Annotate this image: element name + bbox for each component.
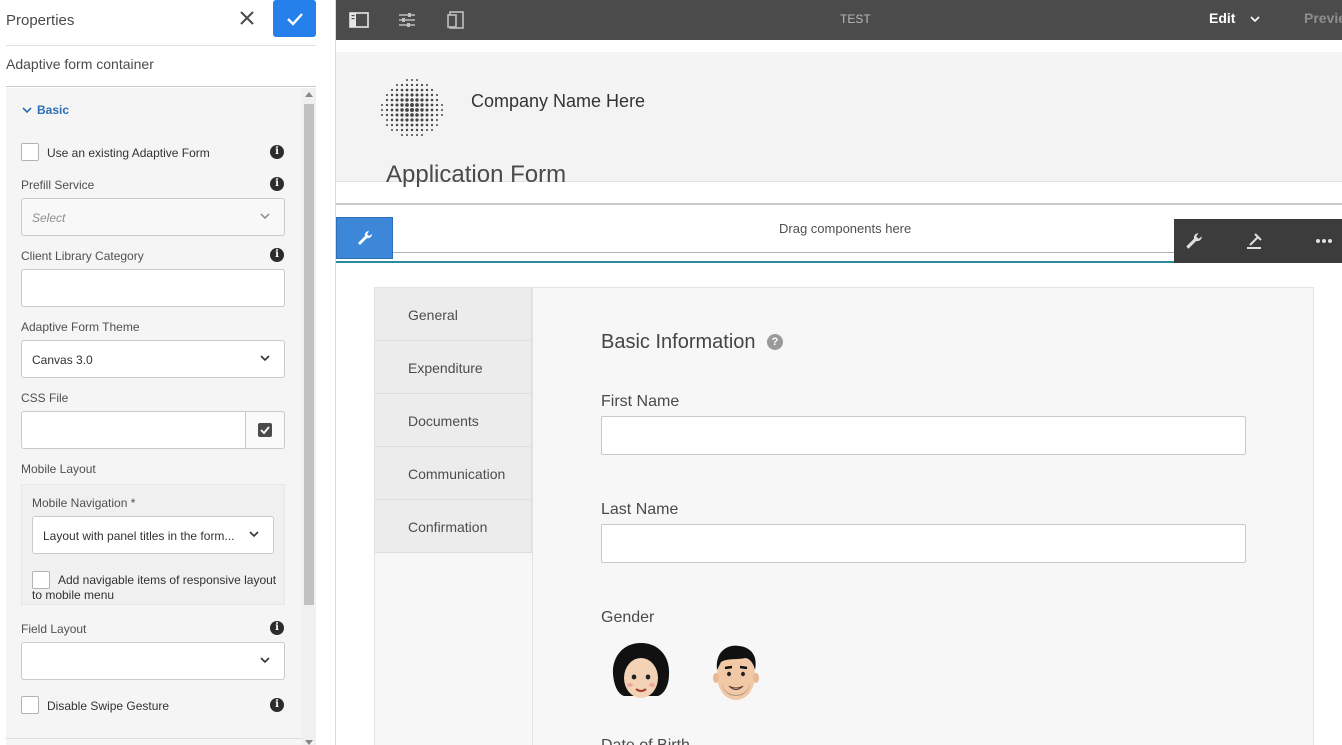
section-title: Basic Information — [601, 331, 756, 353]
tab-documents[interactable]: Documents — [375, 394, 532, 447]
configure-tab[interactable] — [336, 217, 393, 259]
tab-label: Confirmation — [408, 519, 488, 535]
component-type-label: Adaptive form container — [6, 56, 154, 72]
dob-label: Date of Birth — [601, 737, 690, 745]
tab-confirmation[interactable]: Confirmation — [375, 500, 532, 553]
page-title: TEST — [840, 12, 871, 26]
section-basic-toggle[interactable]: Basic — [22, 103, 69, 117]
tab-label: Communication — [408, 466, 506, 482]
properties-icon[interactable] — [396, 9, 418, 31]
emulator-icon[interactable] — [445, 9, 467, 31]
info-icon[interactable]: i — [270, 145, 284, 159]
tab-label: General — [408, 307, 458, 323]
component-toolbar — [1174, 219, 1342, 263]
female-avatar-icon[interactable] — [610, 640, 672, 706]
chevron-down-icon — [249, 531, 259, 538]
mobile-navigation-value: Layout with panel titles in the form... — [43, 529, 235, 543]
edit-rules-icon[interactable] — [1244, 231, 1264, 251]
selection-outline — [336, 261, 1176, 263]
prefill-service-value: Select — [32, 211, 66, 225]
chevron-down-icon — [22, 107, 32, 114]
prefill-service-label: Prefill Service — [21, 178, 95, 192]
theme-select[interactable]: Canvas 3.0 — [21, 340, 285, 378]
divider — [336, 252, 1176, 253]
use-existing-checkbox[interactable] — [21, 143, 39, 161]
panel-tabs: General Expenditure Documents Communicat… — [375, 288, 532, 553]
css-file-label: CSS File — [21, 391, 69, 405]
chevron-down-icon[interactable] — [1250, 14, 1260, 24]
preview-button[interactable]: Preview — [1304, 10, 1342, 26]
tab-communication[interactable]: Communication — [375, 447, 532, 500]
panel-content: Basic Information ? First Name Last Name… — [532, 288, 1315, 745]
disable-swipe-label: Disable Swipe Gesture — [47, 699, 170, 713]
chevron-down-icon — [260, 213, 270, 220]
tab-label: Expenditure — [408, 360, 483, 376]
checkbox-browse-icon — [258, 423, 272, 437]
info-icon[interactable]: i — [270, 248, 284, 262]
add-navigable-label: Add navigable items of responsive layout… — [32, 573, 277, 602]
scroll-up-arrow[interactable] — [305, 92, 313, 97]
scroll-down-arrow[interactable] — [305, 740, 313, 745]
last-name-input[interactable] — [601, 524, 1246, 563]
side-panel-icon[interactable] — [348, 9, 370, 31]
last-name-label: Last Name — [601, 501, 679, 518]
info-icon[interactable]: i — [270, 177, 284, 191]
mobile-navigation-select[interactable]: Layout with panel titles in the form... — [32, 516, 274, 554]
male-avatar-icon[interactable] — [705, 640, 767, 706]
chevron-down-icon — [260, 657, 270, 664]
first-name-input[interactable] — [601, 416, 1246, 455]
tab-expenditure[interactable]: Expenditure — [375, 341, 532, 394]
use-existing-label: Use an existing Adaptive Form — [47, 146, 210, 160]
wrench-icon[interactable] — [1184, 231, 1204, 251]
form-container: General Expenditure Documents Communicat… — [374, 287, 1314, 745]
more-icon[interactable] — [1314, 231, 1334, 251]
page-canvas: Company Name Here Application Form Drag … — [336, 40, 1342, 745]
gender-label: Gender — [601, 609, 655, 626]
divider — [6, 738, 302, 739]
company-name: Company Name Here — [471, 91, 646, 111]
disable-swipe-checkbox[interactable] — [21, 696, 39, 714]
wrench-icon — [357, 230, 372, 245]
properties-panel: Properties Adaptive form container Basic… — [0, 0, 336, 745]
info-icon[interactable]: i — [270, 621, 284, 635]
mobile-navigation-label: Mobile Navigation * — [32, 496, 136, 510]
prefill-service-select[interactable]: Select — [21, 198, 285, 236]
theme-value: Canvas 3.0 — [32, 353, 93, 367]
css-file-input[interactable] — [21, 411, 246, 449]
confirm-button[interactable] — [273, 0, 316, 37]
client-library-input[interactable] — [21, 269, 285, 307]
divider — [6, 45, 316, 46]
company-logo — [380, 78, 444, 138]
scrollbar-thumb[interactable] — [304, 104, 314, 605]
editor-toolbar: TEST Edit Preview — [336, 0, 1342, 40]
drop-zone-hint: Drag components here — [779, 221, 912, 236]
check-icon — [286, 12, 303, 26]
browse-css-button[interactable] — [245, 411, 285, 449]
info-icon[interactable]: i — [270, 698, 284, 712]
divider — [6, 86, 316, 87]
close-icon[interactable] — [237, 8, 257, 28]
tab-label: Documents — [408, 413, 479, 429]
chevron-down-icon — [260, 355, 270, 362]
panel-title: Properties — [6, 12, 75, 29]
mode-selector[interactable]: Edit — [1209, 10, 1235, 26]
theme-label: Adaptive Form Theme — [21, 320, 140, 334]
first-name-label: First Name — [601, 393, 680, 410]
help-icon[interactable]: ? — [767, 334, 783, 350]
form-title: Application Form — [386, 161, 567, 188]
tab-general[interactable]: General — [375, 288, 532, 341]
field-layout-label: Field Layout — [21, 622, 87, 636]
field-layout-select[interactable] — [21, 642, 285, 680]
divider — [336, 203, 1342, 205]
client-library-label: Client Library Category — [21, 249, 144, 263]
mobile-layout-label: Mobile Layout — [21, 462, 96, 476]
section-basic-label: Basic — [37, 103, 70, 117]
